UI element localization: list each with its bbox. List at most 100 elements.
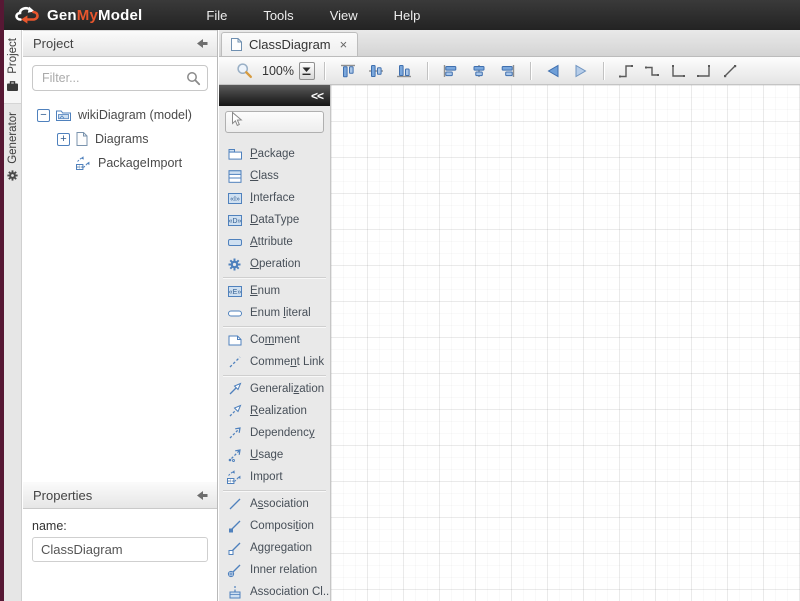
- aggregation-icon: [226, 540, 243, 556]
- palette-item-composition[interactable]: Composition: [219, 515, 330, 537]
- interface-icon: «I»: [226, 191, 243, 206]
- menu-help[interactable]: Help: [376, 2, 439, 29]
- menu-view[interactable]: View: [312, 2, 376, 29]
- palette-item-enum-literal[interactable]: Enum literal: [219, 302, 330, 324]
- palette-item-import[interactable]: «I»Import: [219, 466, 330, 488]
- sidebar-tab-generator[interactable]: Generator: [4, 104, 21, 193]
- menu-tools[interactable]: Tools: [245, 2, 311, 29]
- palette-separator: [223, 490, 326, 491]
- connector-zigzag-icon[interactable]: [641, 61, 663, 81]
- class-icon: [226, 169, 243, 184]
- zoom-level-value: 100%: [262, 64, 294, 78]
- connector-corner-icon[interactable]: [667, 61, 689, 81]
- collapse-minus-icon[interactable]: −: [37, 109, 50, 122]
- palette-item-label: Comment: [250, 334, 300, 346]
- connector-oblique-icon[interactable]: [719, 61, 741, 81]
- palette-separator: [223, 375, 326, 376]
- association-class-icon: [226, 584, 243, 600]
- palette-item-label: Package: [250, 148, 295, 160]
- properties-body: name:: [23, 509, 217, 562]
- filter-input[interactable]: [32, 65, 208, 91]
- tree-item-wikidiagram-model[interactable]: −wikiDiagram (model): [23, 103, 217, 127]
- align-bottom-icon[interactable]: [392, 61, 416, 81]
- align-right-icon[interactable]: [495, 61, 519, 81]
- palette-item-dependency[interactable]: Dependency: [219, 422, 330, 444]
- palette-item-operation[interactable]: Operation: [219, 253, 330, 275]
- association-icon: [226, 496, 243, 512]
- connector-corner-reverse-icon[interactable]: [693, 61, 715, 81]
- palette-item-comment[interactable]: Comment: [219, 329, 330, 351]
- palette-item-generalization[interactable]: Generalization: [219, 378, 330, 400]
- diagram-toolbar: 100%: [219, 57, 800, 85]
- palette-item-label: Association: [250, 498, 309, 510]
- diagram-canvas[interactable]: [331, 85, 800, 601]
- palette-item-label: Aggregation: [250, 542, 312, 554]
- name-field-input[interactable]: [32, 537, 208, 562]
- palette-item-realization[interactable]: Realization: [219, 400, 330, 422]
- realization-icon: [226, 403, 243, 419]
- project-panel: Project −wikiDiagram (model)+Diagrams«I»…: [23, 30, 218, 482]
- palette-item-comment-link[interactable]: Comment Link: [219, 351, 330, 373]
- tab-close-icon[interactable]: ×: [340, 38, 348, 51]
- comment-link-icon: [226, 354, 243, 370]
- cloud-logo-icon: [12, 4, 42, 27]
- palette-item-label: Operation: [250, 258, 301, 270]
- diagram-tabbar: ClassDiagram ×: [219, 30, 800, 57]
- selection-tool-button[interactable]: [225, 111, 324, 133]
- toolbar-group-connector-style: [613, 61, 743, 81]
- svg-text:«I»: «I»: [77, 165, 84, 170]
- palette-collapse-button[interactable]: <<: [311, 90, 323, 102]
- palette-item-label: Dependency: [250, 427, 315, 439]
- import-icon: «I»: [226, 469, 243, 485]
- palette-header: <<: [219, 85, 330, 106]
- align-middle-icon[interactable]: [364, 61, 388, 81]
- connector-staircase-icon[interactable]: [615, 61, 637, 81]
- toolbar-separator: [603, 62, 604, 80]
- palette-item-usage[interactable]: Usage: [219, 444, 330, 466]
- palette-item-inner-relation[interactable]: Inner relation: [219, 559, 330, 581]
- palette-item-label: Inner relation: [250, 564, 317, 576]
- zoom-dropdown-button[interactable]: [299, 62, 315, 80]
- name-field-label: name:: [32, 519, 208, 533]
- side-tab-strip: Project Generator: [4, 30, 22, 601]
- enum-literal-icon: [226, 306, 243, 321]
- sidebar-tab-project[interactable]: Project: [4, 30, 21, 104]
- svg-text:«D»: «D»: [228, 218, 241, 225]
- tab-classdiagram[interactable]: ClassDiagram ×: [221, 32, 358, 56]
- editor-content: << Package Class«I»Interface«D»DataTypeAt…: [219, 85, 800, 601]
- gear-icon: [6, 169, 19, 187]
- palette-item-enum[interactable]: «E»Enum: [219, 280, 330, 302]
- generalization-icon: [226, 381, 243, 397]
- palette-item-association[interactable]: Association: [219, 493, 330, 515]
- palette-item-class[interactable]: Class: [219, 165, 330, 187]
- collapse-panel-arrow-icon[interactable]: [195, 37, 209, 50]
- svg-text:«I»: «I»: [228, 479, 235, 484]
- usage-icon: [226, 447, 243, 463]
- palette-separator: [223, 326, 326, 327]
- svg-text:«E»: «E»: [228, 289, 241, 296]
- palette-item-package[interactable]: Package: [219, 143, 330, 165]
- enum-icon: «E»: [226, 284, 243, 299]
- align-top-icon[interactable]: [336, 61, 360, 81]
- zoom-icon[interactable]: [233, 60, 256, 81]
- palette-item-aggregation[interactable]: Aggregation: [219, 537, 330, 559]
- genmymodel-logo[interactable]: GenMyModel: [12, 4, 142, 27]
- diagram-icon: [75, 131, 89, 147]
- menu-file[interactable]: File: [188, 2, 245, 29]
- tree-item-diagrams[interactable]: +Diagrams: [23, 127, 217, 151]
- palette-item-label: Generalization: [250, 383, 324, 395]
- collapse-panel-arrow-icon[interactable]: [195, 489, 209, 502]
- expand-plus-icon[interactable]: +: [57, 133, 70, 146]
- align-center-icon[interactable]: [467, 61, 491, 81]
- tree-item-packageimport[interactable]: «I»PackageImport: [23, 151, 217, 175]
- palette-item-datatype[interactable]: «D»DataType: [219, 209, 330, 231]
- palette-item-association-cl[interactable]: Association Cl...: [219, 581, 330, 601]
- palette-item-interface[interactable]: «I»Interface: [219, 187, 330, 209]
- palette-item-attribute[interactable]: Attribute: [219, 231, 330, 253]
- align-left-icon[interactable]: [439, 61, 463, 81]
- flip-right-icon[interactable]: [569, 61, 592, 81]
- model-tree: −wikiDiagram (model)+Diagrams«I»PackageI…: [23, 95, 217, 175]
- toolbar-group-align-vertical: [334, 61, 418, 81]
- flip-left-icon[interactable]: [542, 61, 565, 81]
- genmymodel-app: GenMyModel FileToolsViewHelp Project Gen…: [0, 0, 800, 601]
